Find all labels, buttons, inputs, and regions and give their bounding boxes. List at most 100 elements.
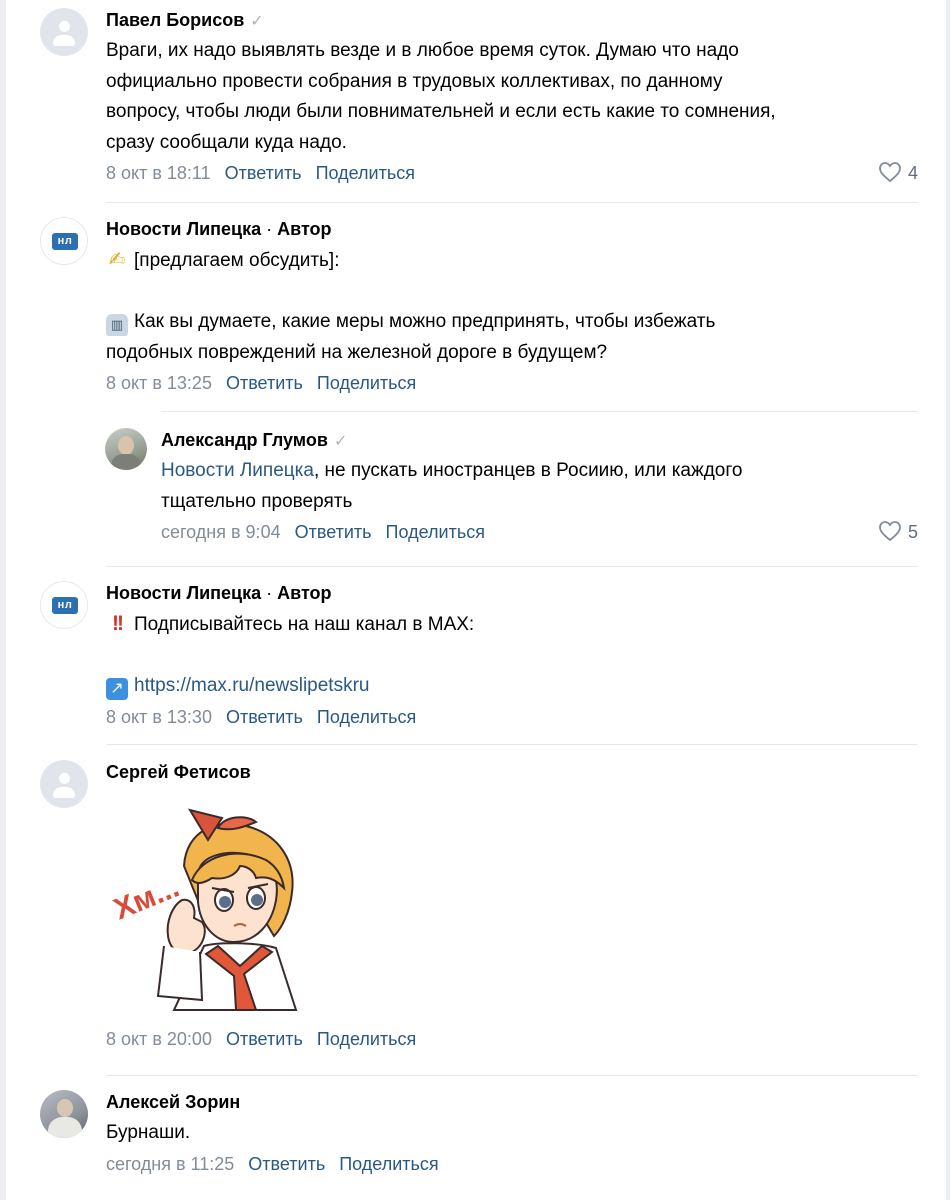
comment-text-line: ▥ Как вы думаете, какие меры можно предпр… <box>106 307 918 338</box>
page-right-border <box>946 0 950 1200</box>
share-button[interactable]: Поделиться <box>339 1154 438 1174</box>
comment-date[interactable]: сегодня в 11:25 <box>106 1154 234 1174</box>
sticker-sleeve <box>156 945 204 1002</box>
heart-icon <box>879 521 901 542</box>
comment-meta: сегодня в 11:25 Ответить Поделиться <box>106 1151 918 1177</box>
arrow-up-right-emoji-icon: ↗ <box>106 678 128 700</box>
share-button[interactable]: Поделиться <box>317 707 416 727</box>
comment-text-line: Новости Липецка, не пускать иностранцев … <box>161 456 918 487</box>
share-button[interactable]: Поделиться <box>317 1029 416 1049</box>
sticker-pupil-right <box>251 894 263 906</box>
sticker-illustration: Хм... <box>109 808 298 1011</box>
double-exclamation-emoji-icon: !! <box>112 612 124 635</box>
comment-text-line: подобных повреждений на железной дороге … <box>106 341 608 363</box>
author-badge: Автор <box>277 219 332 239</box>
avatar[interactable] <box>40 1090 88 1138</box>
page-left-border <box>0 0 6 1200</box>
comment-date[interactable]: сегодня в 9:04 <box>161 522 281 542</box>
share-button[interactable]: Поделиться <box>386 522 485 542</box>
comment-text-span: [предлагаем обсудить]: <box>134 250 340 271</box>
person-placeholder-shoulders <box>53 787 75 798</box>
mention-link[interactable]: Новости Липецка <box>161 460 314 481</box>
like-count: 4 <box>907 163 918 183</box>
reply-button[interactable]: Ответить <box>225 163 302 183</box>
author-name[interactable]: Александр Глумов <box>161 430 328 450</box>
like-button[interactable]: 5 <box>878 519 918 545</box>
divider <box>106 566 918 567</box>
reply-button[interactable]: Ответить <box>295 522 372 542</box>
comment-meta: 8 окт в 18:11 Ответить Поделиться 4 <box>106 160 918 186</box>
comment-text-line: сразу сообщали куда надо. <box>106 131 347 153</box>
avatar[interactable]: нл <box>40 217 88 265</box>
comment-meta: 8 окт в 13:25 Ответить Поделиться <box>106 370 918 396</box>
reply-button[interactable]: Ответить <box>248 1154 325 1174</box>
comment-meta: сегодня в 9:04 Ответить Поделиться 5 <box>161 519 918 545</box>
comment-date[interactable]: 8 окт в 13:25 <box>106 373 212 393</box>
comment-3-reply: Александр Глумов ✓ Новости Липецка, не пу… <box>105 428 918 545</box>
comment-text: Бурнаши. <box>106 1118 918 1149</box>
comment-text: Враги, их надо выявлять везде и в любое … <box>106 36 918 158</box>
avatar[interactable]: нл <box>40 581 88 629</box>
like-button[interactable]: 4 <box>878 160 918 186</box>
comment-text: ✍ [предлагаем обсудить]: ▥ Как вы думаете,… <box>106 245 918 368</box>
divider <box>106 744 918 745</box>
author-name[interactable]: Алексей Зорин <box>106 1092 240 1112</box>
author-separator: · <box>261 219 278 239</box>
comment-text-line: Бурнаши. <box>106 1122 191 1143</box>
share-button[interactable]: Поделиться <box>317 373 416 393</box>
reply-button[interactable]: Ответить <box>226 1029 303 1049</box>
pin-emoji-icon: ✍ <box>108 249 126 271</box>
comment-5: Сергей Фетисов Хм... 8 окт в 20:00 Ответ… <box>40 760 918 1052</box>
avatar-photo-body <box>111 454 141 470</box>
group-logo: нл <box>52 233 78 250</box>
comment-meta: 8 окт в 13:30 Ответить Поделиться <box>106 704 918 730</box>
share-button[interactable]: Поделиться <box>316 163 415 183</box>
divider <box>106 1075 918 1076</box>
comment-6: Алексей Зорин Бурнаши. сегодня в 11:25 От… <box>40 1090 918 1177</box>
comment-text-span: Как вы думаете, какие меры можно предпри… <box>134 311 716 332</box>
like-count: 5 <box>907 522 918 542</box>
comment-1: Павел Борисов ✓ Враги, их надо выявлять в… <box>40 8 918 186</box>
reply-button[interactable]: Ответить <box>226 707 303 727</box>
comment-text-line: официально провести собрания в трудовых … <box>106 70 723 92</box>
heart-icon <box>879 162 901 183</box>
reply-button[interactable]: Ответить <box>226 373 303 393</box>
verified-check-icon: ✓ <box>250 13 264 30</box>
author-name[interactable]: Новости Липецка <box>106 583 261 603</box>
avatar-photo-body <box>48 1117 82 1138</box>
avatar[interactable] <box>40 760 88 808</box>
comment-text-span: , не пускать иностранцев в Росиию, или к… <box>313 460 743 481</box>
comment-text-line: !! Подписывайтесь на наш канал в MAX: <box>106 609 918 641</box>
sticker-pupil-left <box>219 896 231 908</box>
divider <box>161 411 918 412</box>
comment-text-line: ↗ https://max.ru/newslipetskru <box>106 671 918 702</box>
comment-text: !! Подписывайтесь на наш канал в MAX: ↗ ht… <box>106 609 918 702</box>
comment-text-line: тщательно проверять <box>161 490 353 512</box>
comment-date[interactable]: 8 окт в 18:11 <box>106 163 211 183</box>
sticker-image[interactable]: Хм... <box>106 796 326 1016</box>
comment-4: нл Новости Липецка · Автор !! Подписывайт… <box>40 581 918 730</box>
empty-line <box>106 641 918 672</box>
avatar-photo-face <box>118 436 134 455</box>
author-badge: Автор <box>277 583 332 603</box>
avatar[interactable] <box>40 8 88 56</box>
comment-2: нл Новости Липецка · Автор ✍ [предлагаем … <box>40 217 918 396</box>
comment-text-line: ✍ [предлагаем обсудить]: <box>106 245 918 277</box>
person-placeholder-icon <box>59 21 70 32</box>
external-link[interactable]: https://max.ru/newslipetskru <box>134 675 369 696</box>
author-name[interactable]: Новости Липецка <box>106 219 261 239</box>
comment-text-line: Враги, их надо выявлять везде и в любое … <box>106 40 739 61</box>
comment-text-line: вопросу, чтобы люди были повнимательней … <box>106 101 776 122</box>
comment-text-span: Подписывайтесь на наш канал в MAX: <box>134 614 475 635</box>
empty-line <box>106 277 918 308</box>
divider <box>106 202 918 203</box>
author-name[interactable]: Сергей Фетисов <box>106 762 251 782</box>
comment-date[interactable]: 8 окт в 20:00 <box>106 1029 212 1049</box>
comment-date[interactable]: 8 окт в 13:30 <box>106 707 212 727</box>
person-placeholder-icon <box>59 773 70 784</box>
author-name[interactable]: Павел Борисов <box>106 10 244 30</box>
person-placeholder-shoulders <box>53 35 75 46</box>
comment-meta: 8 окт в 20:00 Ответить Поделиться <box>106 1026 918 1052</box>
avatar[interactable] <box>105 428 147 470</box>
author-separator: · <box>261 583 278 603</box>
